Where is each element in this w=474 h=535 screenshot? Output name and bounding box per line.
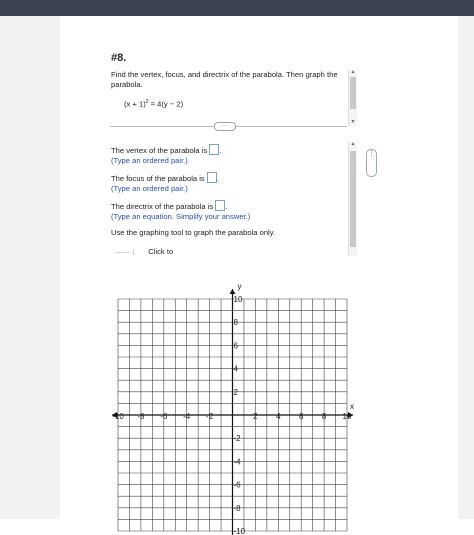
vertex-hint: (Type an ordered pair.) [111,156,188,165]
focus-question: The focus of the parabola is. (Type an o… [111,172,219,193]
y-tick-label: 4 [234,365,239,374]
directrix-hint: (Type an equation. Simplify your answer.… [111,212,251,221]
axes [112,289,353,535]
x-tick-label: -10 [112,412,124,421]
y-tick-label: 8 [234,318,239,327]
top-bar [0,0,474,16]
y-tick-label: -10 [234,527,246,535]
scroll-up-arrow-icon[interactable]: ▲ [349,69,357,75]
y-tick-label: -6 [234,481,242,490]
left-gutter [0,16,60,519]
right-gutter [458,16,474,519]
y-tick-label: 10 [234,295,243,304]
click-to-label[interactable]: Click to [148,247,173,255]
prompt-scrollbar[interactable]: ▲ ▼ [348,69,357,126]
x-tick-label: -8 [137,412,145,421]
directrix-question: The directrix of the parabola is. (Type … [111,200,251,221]
vertex-question: The vertex of the parabola is. (Type an … [111,144,222,165]
x-tick-label: -4 [183,412,191,421]
x-tick-label: 6 [299,412,304,421]
more-button[interactable]: ··· [214,122,236,131]
graph-instruction: Use the graphing tool to graph the parab… [111,228,276,237]
y-tick-label: -8 [234,504,242,513]
y-axis-arrow-up-icon [229,289,236,294]
answers-area: The vertex of the parabola is. (Type an … [111,144,347,238]
focus-input[interactable] [206,172,217,183]
x-tick-label: -2 [206,412,214,421]
vertex-input[interactable] [209,144,220,155]
y-tick-label: 6 [234,341,239,350]
equation: (x + 1)2 = 4(y − 2) [124,99,183,109]
x-tick-label: -6 [160,412,168,421]
graph-tools-toolbar[interactable]: —— | Click to [111,247,347,255]
x-axis-label: x [350,402,354,411]
side-handle-button[interactable]: ⋮ [366,149,377,177]
directrix-label: The directrix of the parabola is [111,202,214,211]
answers-scrollbar[interactable]: ▲ [348,141,357,256]
scroll-down-arrow-icon[interactable]: ▼ [349,119,357,125]
focus-hint: (Type an ordered pair.) [111,184,188,193]
y-tick-label: -4 [234,457,242,466]
question-panel: #8. Find the vertex, focus, and directri… [60,16,458,535]
scroll-up-arrow-icon[interactable]: ▲ [349,141,357,147]
question-number: #8. [111,52,127,64]
x-tick-label: 8 [322,412,327,421]
focus-label: The focus of the parabola is [111,174,205,183]
equation-left: (x + 1) [124,99,146,109]
directrix-input[interactable] [215,200,226,211]
coordinate-graph[interactable]: -10 -8 -6 -4 -2 2 4 6 8 10 10 8 6 4 2 -2 -4 -6 -8 -10 x y [60,265,458,535]
scroll-thumb[interactable] [350,77,356,109]
y-axis-label: y [238,282,242,291]
vertex-label: The vertex of the parabola is [111,146,208,155]
x-tick-label: 4 [276,412,281,421]
x-tick-label: 10 [343,412,352,421]
question-prompt: Find the vertex, focus, and directrix of… [111,70,338,89]
y-tick-label: -2 [234,434,242,443]
x-tick-label: 2 [253,412,258,421]
equation-right: = 4(y − 2) [148,99,184,109]
y-tick-label: 2 [234,388,239,397]
scroll-thumb[interactable] [350,151,356,247]
